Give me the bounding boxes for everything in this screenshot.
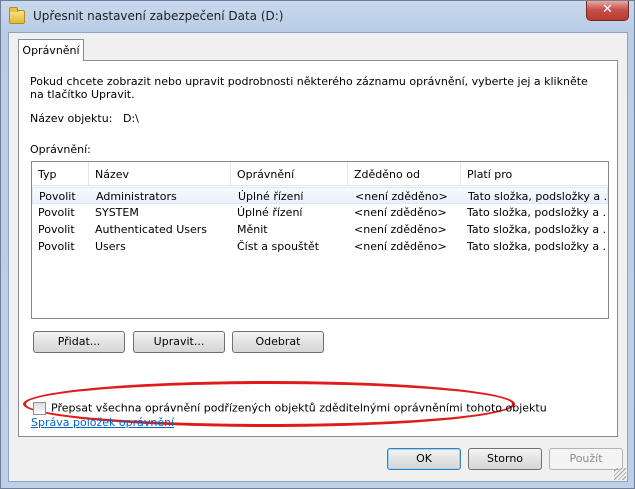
edit-button[interactable]: Upravit... xyxy=(133,331,225,353)
cell-type: Povolit xyxy=(39,190,76,203)
dialog-client-area: Oprávnění Pokud chcete zobrazit nebo upr… xyxy=(8,32,628,482)
table-row[interactable]: Povolit Administrators Úplné řízení <nen… xyxy=(32,187,608,204)
column-header-inherited-from[interactable]: Zděděno od xyxy=(348,162,461,186)
add-button[interactable]: Přidat... xyxy=(33,331,125,353)
permissions-list[interactable]: Typ Název Oprávnění Zděděno od Platí pro… xyxy=(31,161,609,319)
replace-permissions-label[interactable]: Přepsat všechna oprávnění podřízených ob… xyxy=(51,402,547,415)
cell-permission: Číst a spouštět xyxy=(237,240,320,253)
cell-applies-to: Tato složka, podsložky a ... xyxy=(467,240,607,253)
column-header-applies-to[interactable]: Platí pro xyxy=(461,162,608,186)
cell-type: Povolit xyxy=(38,240,75,253)
ok-button[interactable]: OK xyxy=(387,448,461,470)
table-row[interactable]: Povolit SYSTEM Úplné řízení <není zděděn… xyxy=(32,204,608,221)
folder-icon xyxy=(9,7,25,24)
cell-type: Povolit xyxy=(38,223,75,236)
remove-button[interactable]: Odebrat xyxy=(232,331,324,353)
column-header-name[interactable]: Název xyxy=(89,162,231,186)
cell-inherited-from: <není zděděno> xyxy=(354,223,447,236)
resize-grip[interactable] xyxy=(614,468,626,480)
apply-button[interactable]: Použít xyxy=(549,448,623,470)
permissions-label: Oprávnění: xyxy=(30,143,91,156)
cell-applies-to: Tato složka, podsložky a ... xyxy=(467,206,607,219)
window-title: Upřesnit nastavení zabezpečení Data (D:) xyxy=(33,9,284,23)
title-bar[interactable]: Upřesnit nastavení zabezpečení Data (D:)… xyxy=(1,1,634,32)
description-text: Pokud chcete zobrazit nebo upravit podro… xyxy=(30,75,588,101)
tab-permissions[interactable]: Oprávnění xyxy=(18,39,84,61)
cell-name: Users xyxy=(95,240,126,253)
cell-permission: Úplné řízení xyxy=(237,206,303,219)
cell-name: Authenticated Users xyxy=(95,223,208,236)
dialog-window: Upřesnit nastavení zabezpečení Data (D:)… xyxy=(0,0,635,489)
table-row[interactable]: Povolit Users Číst a spouštět <není zděd… xyxy=(32,238,608,255)
cell-inherited-from: <není zděděno> xyxy=(354,240,447,253)
cancel-button[interactable]: Storno xyxy=(468,448,542,470)
cell-name: SYSTEM xyxy=(95,206,139,219)
column-header-permission[interactable]: Oprávnění xyxy=(231,162,348,186)
object-name-label: Název objektu: xyxy=(30,112,113,125)
cell-permission: Úplné řízení xyxy=(238,190,304,203)
cell-name: Administrators xyxy=(96,190,177,203)
cell-inherited-from: <není zděděno> xyxy=(355,190,448,203)
replace-permissions-option[interactable]: Přepsat všechna oprávnění podřízených ob… xyxy=(33,401,547,415)
object-name-value: D:\ xyxy=(123,112,139,125)
object-name-row: Název objektu: D:\ xyxy=(30,112,139,125)
cell-type: Povolit xyxy=(38,206,75,219)
manage-permission-entries-link[interactable]: Správa položek oprávnění xyxy=(31,416,174,429)
column-header-type[interactable]: Typ xyxy=(32,162,89,186)
replace-permissions-checkbox[interactable] xyxy=(33,401,46,415)
permissions-tab-panel: Pokud chcete zobrazit nebo upravit podro… xyxy=(18,60,618,437)
cell-permission: Měnit xyxy=(237,223,268,236)
close-button[interactable]: ✕ xyxy=(586,1,629,21)
cell-applies-to: Tato složka, podsložky a ... xyxy=(467,223,607,236)
cell-applies-to: Tato složka, podsložky a ... xyxy=(468,190,608,203)
cell-inherited-from: <není zděděno> xyxy=(354,206,447,219)
list-header: Typ Název Oprávnění Zděděno od Platí pro xyxy=(32,162,608,186)
table-row[interactable]: Povolit Authenticated Users Měnit <není … xyxy=(32,221,608,238)
